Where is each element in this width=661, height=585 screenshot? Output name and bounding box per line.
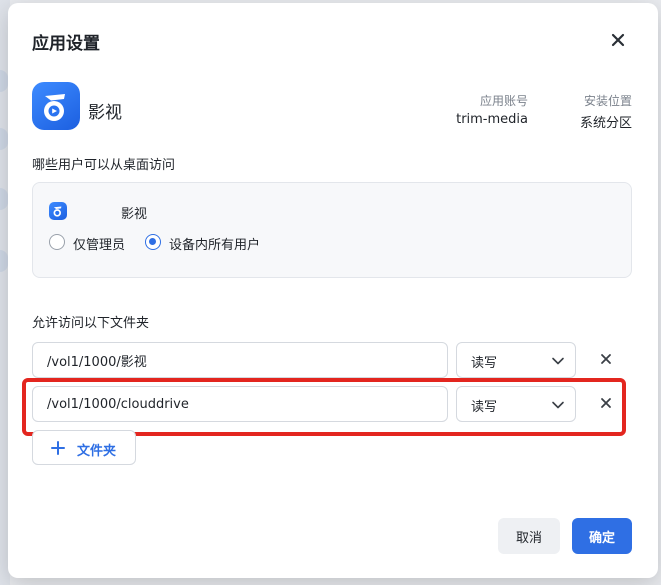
permission-value: 读写 (471, 356, 498, 371)
radio-all-users[interactable] (145, 234, 161, 250)
radio-all-users-label[interactable]: 设备内所有用户 (169, 234, 260, 253)
folder-access-label: 允许访问以下文件夹 (32, 316, 150, 331)
radio-admin-only-label[interactable]: 仅管理员 (73, 234, 125, 253)
dialog-title: 应用设置 (32, 34, 100, 54)
media-app-icon (32, 82, 80, 130)
cancel-button[interactable]: 取消 (498, 518, 560, 554)
app-settings-dialog: 应用设置 影视 应用账号 trim-media 安装位置 系统分区 哪些用户可以… (8, 3, 658, 578)
plus-icon (51, 441, 65, 455)
permission-select[interactable]: 读写 (456, 342, 576, 378)
media-app-icon-small (49, 202, 67, 220)
radio-admin-only[interactable] (49, 234, 65, 250)
close-icon[interactable] (606, 28, 630, 52)
add-folder-label: 文件夹 (77, 444, 117, 459)
chevron-down-icon (552, 357, 564, 365)
folder-path-input[interactable] (32, 342, 448, 378)
app-name: 影视 (88, 103, 122, 123)
folder-path-input[interactable] (32, 386, 448, 422)
panel-app-name: 影视 (121, 207, 148, 222)
install-location-label: 安装位置 (583, 94, 632, 108)
permission-value: 读写 (471, 400, 498, 415)
app-account-value: trim-media (456, 112, 528, 127)
remove-folder-icon[interactable] (597, 394, 615, 412)
user-access-panel: 影视 仅管理员 设备内所有用户 (32, 182, 632, 278)
chevron-down-icon (552, 401, 564, 409)
remove-folder-icon[interactable] (597, 350, 615, 368)
add-folder-button[interactable]: 文件夹 (32, 430, 136, 465)
permission-select[interactable]: 读写 (456, 386, 576, 422)
app-account-label: 应用账号 (479, 94, 528, 108)
confirm-button[interactable]: 确定 (572, 518, 632, 554)
install-location-value: 系统分区 (579, 116, 632, 131)
desktop-access-label: 哪些用户可以从桌面访问 (32, 158, 176, 173)
